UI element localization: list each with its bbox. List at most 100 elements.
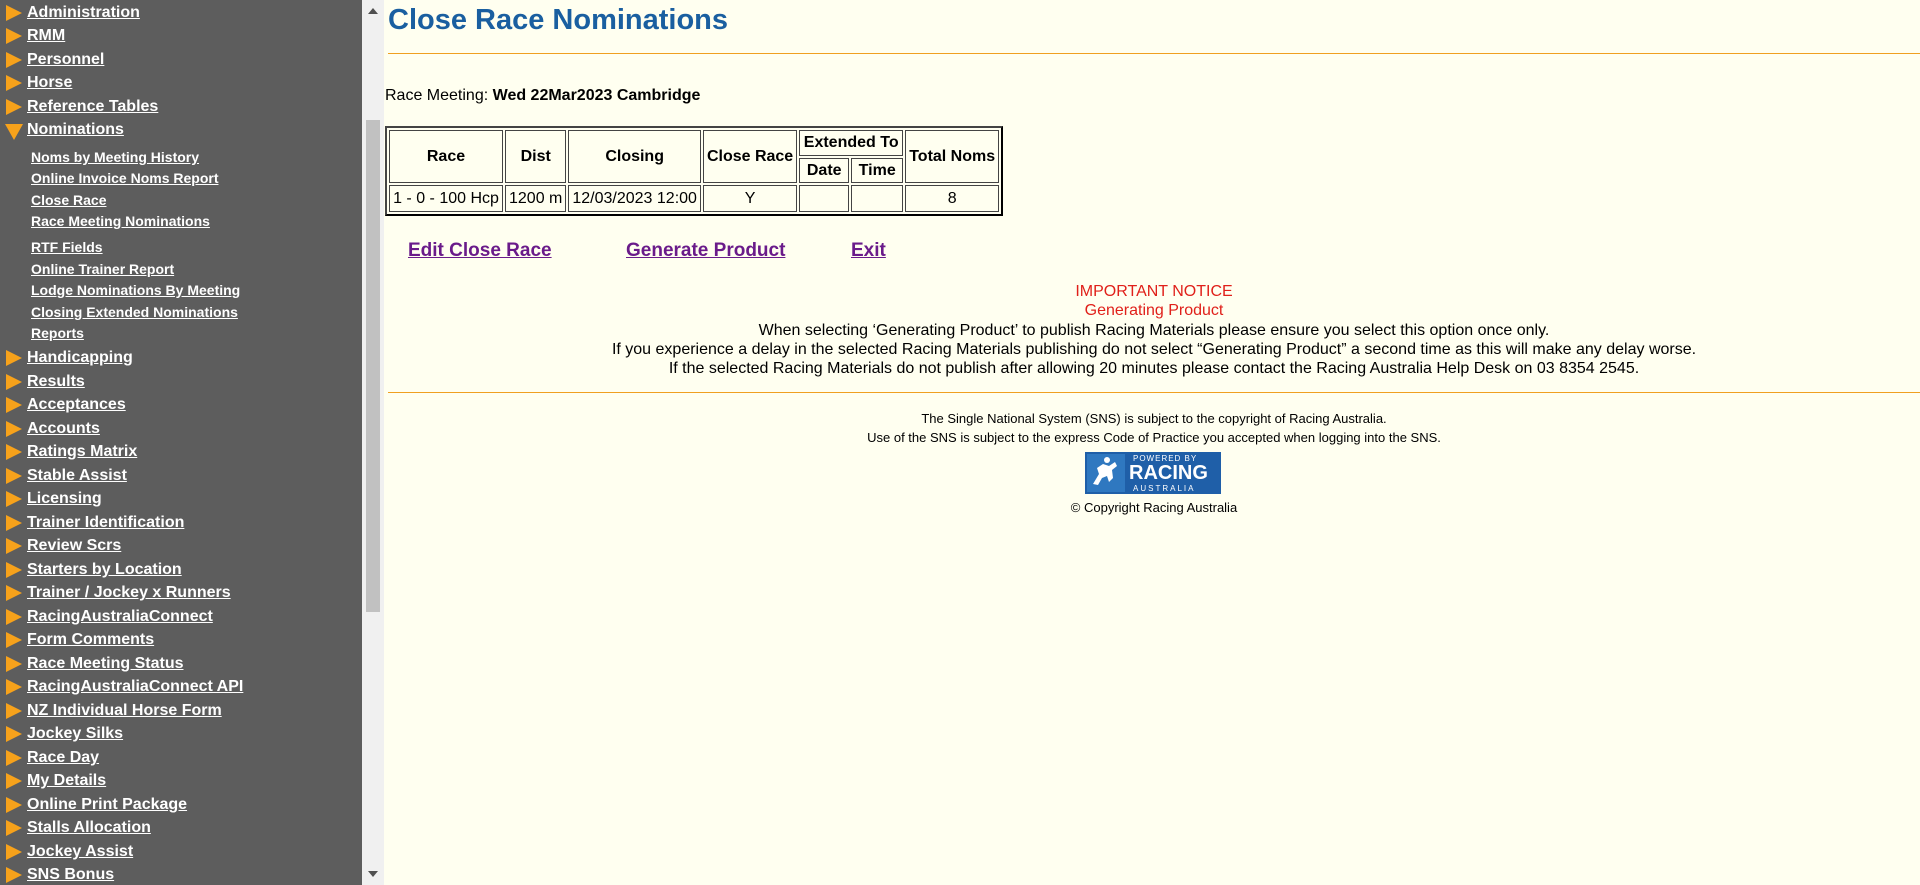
generate-product-link[interactable]: Generate Product bbox=[626, 240, 785, 262]
page-title: Close Race Nominations bbox=[388, 4, 729, 36]
expand-arrow-icon bbox=[6, 421, 22, 437]
logo-racing: RACING bbox=[1129, 462, 1208, 484]
sidebar-item-label: Starters by Location bbox=[27, 561, 182, 578]
sidebar-item-label: Acceptances bbox=[27, 396, 126, 413]
sidebar-item-label: Race Day bbox=[27, 749, 100, 766]
sidebar-item-label: Race Meeting Status bbox=[27, 655, 184, 672]
sidebar-item-label: Results bbox=[27, 373, 85, 390]
sidebar-item-label: RacingAustraliaConnect bbox=[27, 608, 213, 625]
expand-arrow-icon bbox=[6, 844, 22, 860]
col-header-total-noms: Total Noms bbox=[905, 130, 1000, 183]
important-notice-heading: IMPORTANT NOTICE bbox=[1075, 283, 1233, 300]
sidebar-item-label: Handicapping bbox=[27, 349, 133, 366]
collapse-arrow-icon bbox=[5, 124, 23, 140]
notice-line-3: If the selected Racing Materials do not … bbox=[668, 360, 1640, 377]
sidebar-item-label: Trainer Identification bbox=[27, 514, 185, 531]
notice-line-1: When selecting ‘Generating Product’ to p… bbox=[758, 322, 1550, 339]
sidebar-item-label: NZ Individual Horse Form bbox=[27, 702, 222, 719]
sidebar-item-label: Accounts bbox=[27, 420, 100, 437]
sidebar-item-label: Trainer / Jockey x Runners bbox=[27, 584, 231, 601]
logo-australia: AUSTRALIA bbox=[1133, 484, 1196, 493]
race-meeting-value: Wed 22Mar2023 Cambridge bbox=[492, 87, 701, 104]
expand-arrow-icon bbox=[6, 679, 22, 695]
expand-arrow-icon bbox=[6, 750, 22, 766]
race-meeting-label: Race Meeting: bbox=[385, 87, 489, 104]
expand-arrow-icon bbox=[6, 52, 22, 68]
expand-arrow-icon bbox=[6, 820, 22, 836]
sidebar-item-label: Reference Tables bbox=[27, 98, 159, 115]
expand-arrow-icon bbox=[6, 99, 22, 115]
edit-close-race-link[interactable]: Edit Close Race bbox=[408, 240, 552, 262]
expand-arrow-icon bbox=[6, 585, 22, 601]
sidebar-item-label: Jockey Assist bbox=[27, 843, 134, 860]
sidebar-subitem-reports[interactable]: Reports bbox=[31, 323, 84, 343]
expand-arrow-icon bbox=[6, 468, 22, 484]
sidebar-item-label: Review Scrs bbox=[27, 537, 122, 554]
sidebar-item-label: Stable Assist bbox=[27, 467, 127, 484]
horse-jockey-icon bbox=[1087, 454, 1125, 492]
sidebar-item-label: Stalls Allocation bbox=[27, 819, 151, 836]
sidebar-item-label: Administration bbox=[27, 4, 140, 21]
col-header-close-race: Close Race bbox=[702, 130, 798, 183]
sidebar-subitem-online-trainer-report[interactable]: Online Trainer Report bbox=[31, 259, 174, 279]
race-meeting-line: Race Meeting: Wed 22Mar2023 Cambridge bbox=[385, 87, 700, 105]
sidebar-subitem-close-race[interactable]: Close Race bbox=[31, 190, 106, 210]
expand-arrow-icon bbox=[6, 656, 22, 672]
expand-arrow-icon bbox=[6, 562, 22, 578]
sidebar-item-label: Online Print Package bbox=[27, 796, 188, 813]
sidebar-subitem-rtf-fields[interactable]: RTF Fields bbox=[31, 237, 103, 257]
title-divider bbox=[388, 53, 1920, 54]
sidebar-item-label: Ratings Matrix bbox=[27, 443, 138, 460]
expand-arrow-icon bbox=[6, 397, 22, 413]
sidebar-item-label: RMM bbox=[27, 27, 66, 44]
expand-arrow-icon bbox=[6, 5, 22, 21]
expand-arrow-icon bbox=[6, 28, 22, 44]
col-header-dist: Dist bbox=[505, 130, 567, 183]
sidebar-subitem-lodge-nominations-by-meeting[interactable]: Lodge Nominations By Meeting bbox=[31, 280, 240, 300]
expand-arrow-icon bbox=[6, 515, 22, 531]
expand-arrow-icon bbox=[6, 773, 22, 789]
cell-date bbox=[799, 185, 850, 212]
expand-arrow-icon bbox=[6, 75, 22, 91]
sidebar-item-label: Horse bbox=[27, 74, 73, 91]
main-content: Close Race Nominations Race Meeting: Wed… bbox=[384, 0, 1920, 885]
expand-arrow-icon bbox=[6, 632, 22, 648]
sidebar-item-label: SNS Bonus bbox=[27, 866, 115, 883]
footer-code-of-practice: Use of the SNS is subject to the express… bbox=[867, 430, 1441, 445]
sidebar-item-label: Nominations bbox=[27, 121, 124, 138]
expand-arrow-icon bbox=[6, 867, 22, 883]
expand-arrow-icon bbox=[6, 797, 22, 813]
sidebar-subitem-race-meeting-nominations[interactable]: Race Meeting Nominations bbox=[31, 211, 210, 231]
sidebar-scrollbar[interactable] bbox=[362, 0, 384, 885]
expand-arrow-icon bbox=[6, 703, 22, 719]
col-header-date: Date bbox=[799, 158, 850, 183]
expand-arrow-icon bbox=[6, 491, 22, 507]
scroll-down-arrow-icon[interactable] bbox=[368, 871, 378, 877]
expand-arrow-icon bbox=[6, 374, 22, 390]
footer-copyright-notice: The Single National System (SNS) is subj… bbox=[921, 411, 1387, 426]
sidebar-item-label: Form Comments bbox=[27, 631, 155, 648]
sidebar-nav: Administration RMM Personnel Horse Refer… bbox=[0, 0, 362, 885]
sidebar-item-label: My Details bbox=[27, 772, 107, 789]
cell-closing: 12/03/2023 12:00 bbox=[568, 185, 701, 212]
footer-copyright: © Copyright Racing Australia bbox=[1070, 500, 1238, 515]
sidebar-item-label: Licensing bbox=[27, 490, 102, 507]
important-notice-subheading: Generating Product bbox=[1084, 302, 1224, 319]
notice-line-2: If you experience a delay in the selecte… bbox=[611, 341, 1697, 358]
cell-close-race: Y bbox=[702, 185, 798, 212]
sidebar-subitem-closing-extended-nominations[interactable]: Closing Extended Nominations bbox=[31, 302, 238, 322]
sidebar-subitem-noms-by-meeting-history[interactable]: Noms by Meeting History bbox=[31, 147, 199, 167]
expand-arrow-icon bbox=[6, 538, 22, 554]
sidebar-subitem-online-invoice-noms-report[interactable]: Online Invoice Noms Report bbox=[31, 168, 218, 188]
nominations-table: Race Dist Closing Close Race Extended To… bbox=[385, 126, 1004, 216]
footer-divider bbox=[388, 392, 1920, 393]
scroll-up-arrow-icon[interactable] bbox=[368, 8, 378, 14]
expand-arrow-icon bbox=[6, 609, 22, 625]
sidebar-item-label: Personnel bbox=[27, 51, 105, 68]
scrollbar-thumb[interactable] bbox=[366, 120, 380, 612]
exit-link[interactable]: Exit bbox=[851, 240, 886, 262]
col-header-closing: Closing bbox=[568, 130, 701, 183]
col-header-time: Time bbox=[851, 158, 904, 183]
expand-arrow-icon bbox=[6, 444, 22, 460]
cell-dist: 1200 m bbox=[505, 185, 567, 212]
